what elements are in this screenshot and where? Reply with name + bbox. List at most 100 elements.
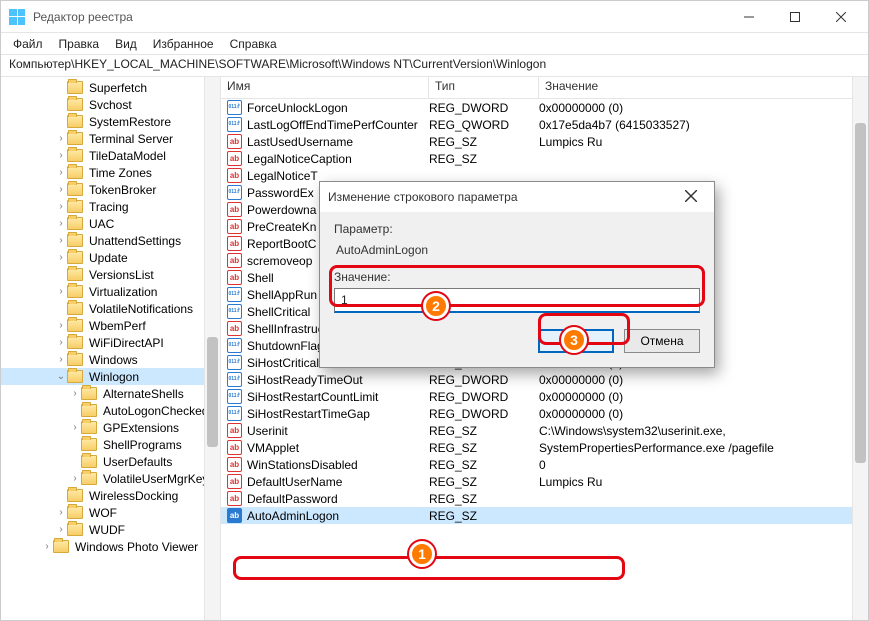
- tree-item-label: Winlogon: [87, 370, 141, 384]
- table-row[interactable]: SiHostReadyTimeOutREG_DWORD0x00000000 (0…: [221, 371, 868, 388]
- chevron-right-icon[interactable]: ›: [55, 150, 67, 161]
- chevron-right-icon[interactable]: ›: [55, 252, 67, 263]
- value-name: SiHostCritical: [247, 356, 319, 370]
- chevron-right-icon[interactable]: ›: [41, 541, 53, 552]
- table-row[interactable]: UserinitREG_SZC:\Windows\system32\userin…: [221, 422, 868, 439]
- tree-item[interactable]: ›Tracing: [1, 198, 220, 215]
- value-name: ShutdownFlags: [247, 339, 330, 353]
- table-row[interactable]: LastLogOffEndTimePerfCounterREG_QWORD0x1…: [221, 116, 868, 133]
- tree-item[interactable]: ›TokenBroker: [1, 181, 220, 198]
- dialog-close-button[interactable]: [676, 190, 706, 205]
- menu-help[interactable]: Справка: [222, 35, 285, 53]
- tree-item[interactable]: VersionsList: [1, 266, 220, 283]
- chevron-right-icon[interactable]: ›: [55, 354, 67, 365]
- reg-dword-icon: [227, 304, 242, 319]
- table-row[interactable]: ForceUnlockLogonREG_DWORD0x00000000 (0): [221, 99, 868, 116]
- tree-panel[interactable]: SuperfetchSvchost SystemRestore›Terminal …: [1, 77, 221, 620]
- tree-scrollbar[interactable]: [204, 77, 220, 620]
- menu-file[interactable]: Файл: [5, 35, 51, 53]
- table-row[interactable]: SiHostRestartCountLimitREG_DWORD0x000000…: [221, 388, 868, 405]
- ok-button[interactable]: ОК: [538, 329, 614, 353]
- reg-sz-icon: [227, 253, 242, 268]
- tree-item[interactable]: ›UAC: [1, 215, 220, 232]
- tree-item[interactable]: ›AlternateShells: [1, 385, 220, 402]
- reg-dword-icon: [227, 185, 242, 200]
- chevron-right-icon[interactable]: ›: [69, 422, 81, 433]
- tree-item[interactable]: ⌄ Winlogon: [1, 368, 220, 385]
- tree-item[interactable]: ›Time Zones: [1, 164, 220, 181]
- tree-item[interactable]: ›Update: [1, 249, 220, 266]
- chevron-right-icon[interactable]: ›: [55, 286, 67, 297]
- table-row[interactable]: WinStationsDisabledREG_SZ0: [221, 456, 868, 473]
- chevron-right-icon[interactable]: ›: [55, 320, 67, 331]
- maximize-button[interactable]: [772, 1, 818, 33]
- tree-item-label: VersionsList: [87, 268, 156, 282]
- tree-item[interactable]: UserDefaults: [1, 453, 220, 470]
- tree-item[interactable]: ›Windows Photo Viewer: [1, 538, 220, 555]
- chevron-right-icon[interactable]: ›: [69, 473, 81, 484]
- chevron-right-icon[interactable]: ›: [55, 184, 67, 195]
- table-row[interactable]: AutoAdminLogonREG_SZ: [221, 507, 868, 524]
- col-name[interactable]: Имя: [221, 77, 429, 98]
- chevron-right-icon[interactable]: ›: [55, 337, 67, 348]
- minimize-button[interactable]: [726, 1, 772, 33]
- tree-item[interactable]: ›WiFiDirectAPI: [1, 334, 220, 351]
- tree-item[interactable]: Svchost: [1, 96, 220, 113]
- table-row[interactable]: DefaultPasswordREG_SZ: [221, 490, 868, 507]
- tree-item[interactable]: ›TileDataModel: [1, 147, 220, 164]
- tree-item[interactable]: ShellPrograms: [1, 436, 220, 453]
- menu-edit[interactable]: Правка: [51, 35, 108, 53]
- chevron-right-icon[interactable]: ›: [69, 388, 81, 399]
- col-type[interactable]: Тип: [429, 77, 539, 98]
- tree-item[interactable]: VolatileNotifications: [1, 300, 220, 317]
- chevron-right-icon[interactable]: ›: [55, 167, 67, 178]
- folder-icon: [67, 489, 83, 502]
- tree-item[interactable]: ›UnattendSettings: [1, 232, 220, 249]
- table-row[interactable]: LastUsedUsernameREG_SZLumpics Ru: [221, 133, 868, 150]
- tree-item[interactable]: ›WbemPerf: [1, 317, 220, 334]
- chevron-right-icon[interactable]: ›: [55, 201, 67, 212]
- table-row[interactable]: SiHostRestartTimeGapREG_DWORD0x00000000 …: [221, 405, 868, 422]
- table-row[interactable]: DefaultUserNameREG_SZLumpics Ru: [221, 473, 868, 490]
- table-row[interactable]: LegalNoticeCaptionREG_SZ: [221, 150, 868, 167]
- chevron-right-icon[interactable]: ›: [55, 133, 67, 144]
- address-bar[interactable]: Компьютер\HKEY_LOCAL_MACHINE\SOFTWARE\Mi…: [1, 55, 868, 77]
- menu-favorites[interactable]: Избранное: [145, 35, 222, 53]
- dialog-titlebar[interactable]: Изменение строкового параметра: [320, 182, 714, 212]
- tree-item[interactable]: ›Windows: [1, 351, 220, 368]
- tree-item[interactable]: ›GPExtensions: [1, 419, 220, 436]
- chevron-right-icon[interactable]: ›: [55, 218, 67, 229]
- tree-item[interactable]: ›Virtualization: [1, 283, 220, 300]
- tree-item[interactable]: ›VolatileUserMgrKey: [1, 470, 220, 487]
- value-type: REG_SZ: [429, 475, 539, 489]
- folder-icon: [67, 166, 83, 179]
- close-button[interactable]: [818, 1, 864, 33]
- tree-item[interactable]: Superfetch: [1, 79, 220, 96]
- list-scrollbar[interactable]: [852, 77, 868, 620]
- chevron-right-icon[interactable]: ›: [55, 235, 67, 246]
- tree-item[interactable]: WirelessDocking: [1, 487, 220, 504]
- chevron-down-icon[interactable]: ⌄: [55, 371, 67, 382]
- value-name: SiHostReadyTimeOut: [247, 373, 363, 387]
- value-input[interactable]: [334, 288, 700, 313]
- value-name: PasswordEx: [247, 186, 314, 200]
- cancel-button[interactable]: Отмена: [624, 329, 700, 353]
- folder-icon: [67, 370, 83, 383]
- reg-sz-icon: [227, 474, 242, 489]
- reg-sz-icon: [227, 457, 242, 472]
- chevron-right-icon[interactable]: ›: [55, 507, 67, 518]
- value-data: 0x17e5da4b7 (6415033527): [539, 118, 868, 132]
- chevron-right-icon[interactable]: ›: [55, 524, 67, 535]
- col-value[interactable]: Значение: [539, 77, 868, 98]
- tree-item[interactable]: SystemRestore: [1, 113, 220, 130]
- tree-item[interactable]: ›WUDF: [1, 521, 220, 538]
- tree-item[interactable]: ›WOF: [1, 504, 220, 521]
- tree-item[interactable]: AutoLogonChecked: [1, 402, 220, 419]
- tree-item-label: SystemRestore: [87, 115, 173, 129]
- reg-sz-icon: [227, 321, 242, 336]
- table-row[interactable]: VMAppletREG_SZSystemPropertiesPerformanc…: [221, 439, 868, 456]
- menu-view[interactable]: Вид: [107, 35, 145, 53]
- tree-item-label: ShellPrograms: [101, 438, 184, 452]
- value-type: REG_SZ: [429, 441, 539, 455]
- tree-item[interactable]: ›Terminal Server: [1, 130, 220, 147]
